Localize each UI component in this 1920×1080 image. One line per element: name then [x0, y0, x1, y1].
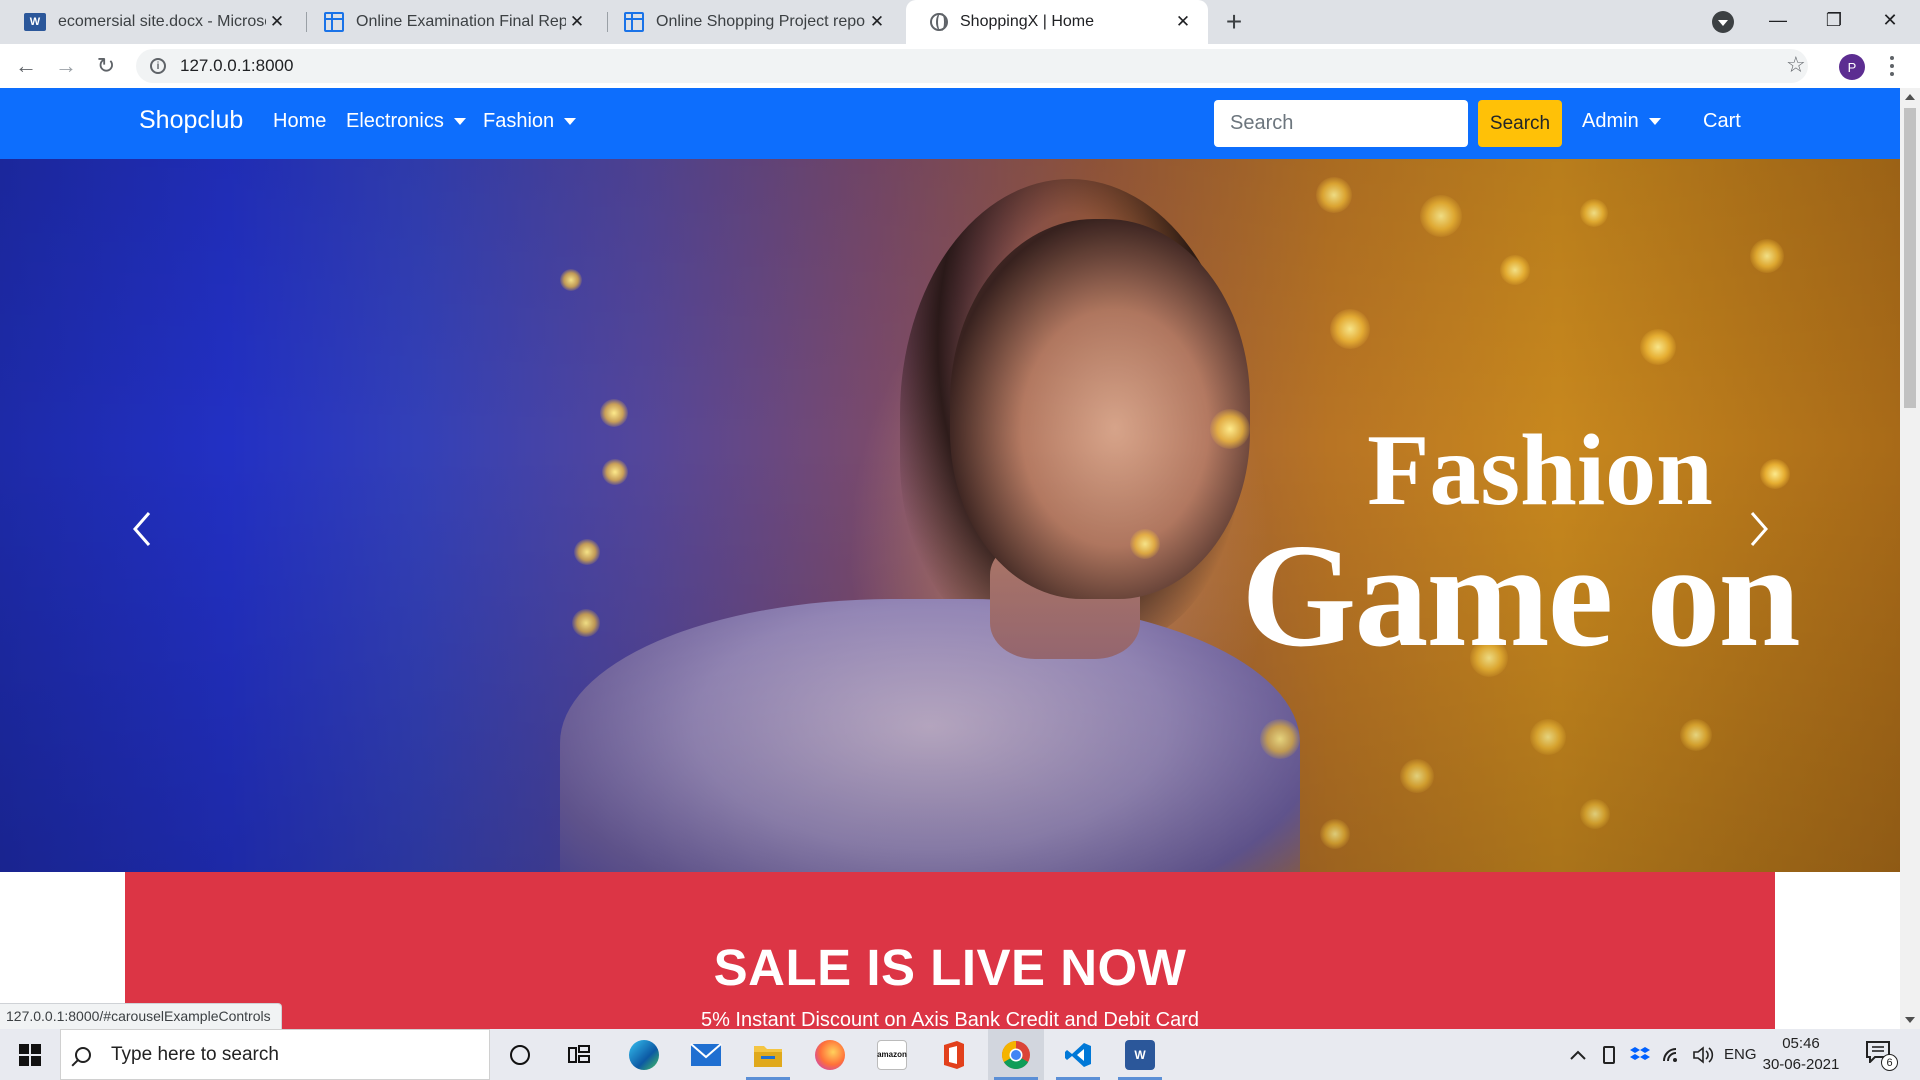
- hero-caption: Fashion Game on: [1220, 414, 1820, 678]
- back-arrow-icon[interactable]: ←: [10, 50, 42, 82]
- chrome-icon[interactable]: [988, 1029, 1044, 1080]
- tab-title: Online Examination Final Report f: [356, 13, 566, 30]
- sale-banner: SALE IS LIVE NOW 5% Instant Discount on …: [125, 872, 1775, 1029]
- bookmark-star-icon[interactable]: ☆: [1786, 54, 1806, 76]
- address-bar[interactable]: i 127.0.0.1:8000: [136, 49, 1808, 83]
- nav-fashion-label: Fashion: [483, 110, 555, 132]
- scroll-thumb[interactable]: [1904, 108, 1916, 408]
- volume-icon[interactable]: [1692, 1029, 1714, 1080]
- site-search-input[interactable]: [1214, 100, 1468, 147]
- page-viewport: Shopclub Home Electronics Fashion Search…: [0, 88, 1900, 1029]
- browser-toolbar: ← → ↻ i 127.0.0.1:8000 ☆ P: [0, 44, 1920, 88]
- amazon-icon[interactable]: amazon: [864, 1029, 920, 1080]
- browser-tab-strip: W ecomersial site.docx - Microsoft W ✕ O…: [0, 0, 1920, 44]
- browser-menu-icon[interactable]: [1884, 54, 1900, 78]
- scroll-up-icon[interactable]: [1905, 94, 1915, 100]
- device-icon[interactable]: [1600, 1029, 1618, 1080]
- close-icon[interactable]: ✕: [1172, 11, 1194, 33]
- site-brand[interactable]: Shopclub: [139, 106, 243, 135]
- caret-down-icon: [564, 118, 577, 125]
- notification-count-badge: 6: [1881, 1054, 1898, 1071]
- nav-electronics-label: Electronics: [346, 110, 444, 132]
- taskbar-search-box[interactable]: Type here to search: [60, 1029, 490, 1080]
- edge-icon[interactable]: [616, 1029, 672, 1080]
- link-status-bubble: 127.0.0.1:8000/#carouselExampleControls: [0, 1003, 282, 1029]
- tab-shoppingx-home[interactable]: ShoppingX | Home ✕: [906, 0, 1208, 44]
- hero-caption-line1: Fashion: [1367, 414, 1713, 527]
- word-icon[interactable]: W: [1112, 1029, 1168, 1080]
- wifi-icon[interactable]: [1662, 1029, 1682, 1080]
- carousel-next-icon[interactable]: [1738, 499, 1778, 559]
- sale-title: SALE IS LIVE NOW: [713, 939, 1187, 996]
- window-close-icon[interactable]: ✕: [1862, 0, 1918, 40]
- tab-online-shopping-report[interactable]: Online Shopping Project report in ✕: [600, 0, 902, 44]
- globe-icon: [930, 13, 948, 31]
- sale-subtitle: 5% Instant Discount on Axis Bank Credit …: [700, 1009, 1200, 1029]
- tab-ecomersial-docx[interactable]: W ecomersial site.docx - Microsoft W ✕: [0, 0, 302, 44]
- hero-carousel: Fashion Game on: [0, 159, 1900, 872]
- scroll-down-icon[interactable]: [1905, 1017, 1915, 1023]
- site-search-button[interactable]: Search: [1478, 100, 1562, 147]
- caret-down-icon: [1648, 118, 1661, 125]
- nav-fashion-dropdown[interactable]: Fashion: [483, 110, 577, 133]
- page-scrollbar[interactable]: [1900, 88, 1920, 1029]
- search-icon: [75, 1046, 91, 1063]
- carousel-prev-icon[interactable]: [123, 499, 163, 559]
- nav-admin-dropdown[interactable]: Admin: [1582, 110, 1661, 133]
- site-navbar: Shopclub Home Electronics Fashion Search…: [0, 88, 1900, 159]
- task-view-icon[interactable]: [552, 1029, 608, 1080]
- cortana-icon[interactable]: [492, 1029, 548, 1080]
- tab-title: ecomersial site.docx - Microsoft W: [58, 13, 266, 30]
- tab-online-examination-report[interactable]: Online Examination Final Report f ✕: [300, 0, 602, 44]
- forward-arrow-icon[interactable]: →: [50, 50, 82, 82]
- hero-caption-line2: Game on: [1241, 514, 1800, 678]
- language-indicator[interactable]: ENG: [1724, 1029, 1757, 1080]
- vscode-icon[interactable]: [1050, 1029, 1106, 1080]
- minimize-icon[interactable]: —: [1750, 0, 1806, 40]
- site-info-icon[interactable]: i: [150, 58, 166, 74]
- caret-down-icon: [453, 118, 466, 125]
- close-icon[interactable]: ✕: [866, 11, 888, 33]
- word-icon: W: [24, 13, 46, 31]
- new-tab-icon[interactable]: +: [1218, 6, 1250, 38]
- notification-center-icon[interactable]: 6: [1866, 1041, 1898, 1071]
- show-hidden-icons[interactable]: [1570, 1029, 1586, 1080]
- dropbox-icon[interactable]: [1630, 1029, 1650, 1080]
- amazon-label: amazon: [877, 1039, 907, 1070]
- clock-time: 05:46: [1782, 1035, 1820, 1052]
- nav-admin-label: Admin: [1582, 110, 1639, 132]
- nav-electronics-dropdown[interactable]: Electronics: [346, 110, 466, 133]
- nav-cart-link[interactable]: Cart: [1703, 110, 1741, 133]
- restore-icon[interactable]: ❐: [1806, 0, 1862, 40]
- file-explorer-icon[interactable]: [740, 1029, 796, 1080]
- tab-title: Online Shopping Project report in: [656, 13, 866, 30]
- windows-start-icon[interactable]: [0, 1029, 60, 1080]
- tab-search-icon[interactable]: [1712, 11, 1734, 33]
- close-icon[interactable]: ✕: [566, 11, 588, 33]
- doc-icon: [324, 12, 344, 32]
- taskbar-clock[interactable]: 05:46 30-06-2021: [1762, 1033, 1840, 1075]
- mail-icon[interactable]: [678, 1029, 734, 1080]
- profile-avatar[interactable]: P: [1839, 54, 1865, 80]
- taskbar-search-text: Type here to search: [111, 1043, 279, 1065]
- windows-taskbar: Type here to search amazon W ENG 05:46 3…: [0, 1029, 1920, 1080]
- office-icon[interactable]: [926, 1029, 982, 1080]
- clock-date: 30-06-2021: [1762, 1056, 1840, 1073]
- url-text[interactable]: 127.0.0.1:8000: [180, 56, 293, 76]
- firefox-icon[interactable]: [802, 1029, 858, 1080]
- reload-icon[interactable]: ↻: [90, 50, 122, 82]
- tab-title: ShoppingX | Home: [960, 13, 1095, 30]
- close-icon[interactable]: ✕: [266, 11, 288, 33]
- doc-icon: [624, 12, 644, 32]
- nav-home-link[interactable]: Home: [273, 110, 326, 133]
